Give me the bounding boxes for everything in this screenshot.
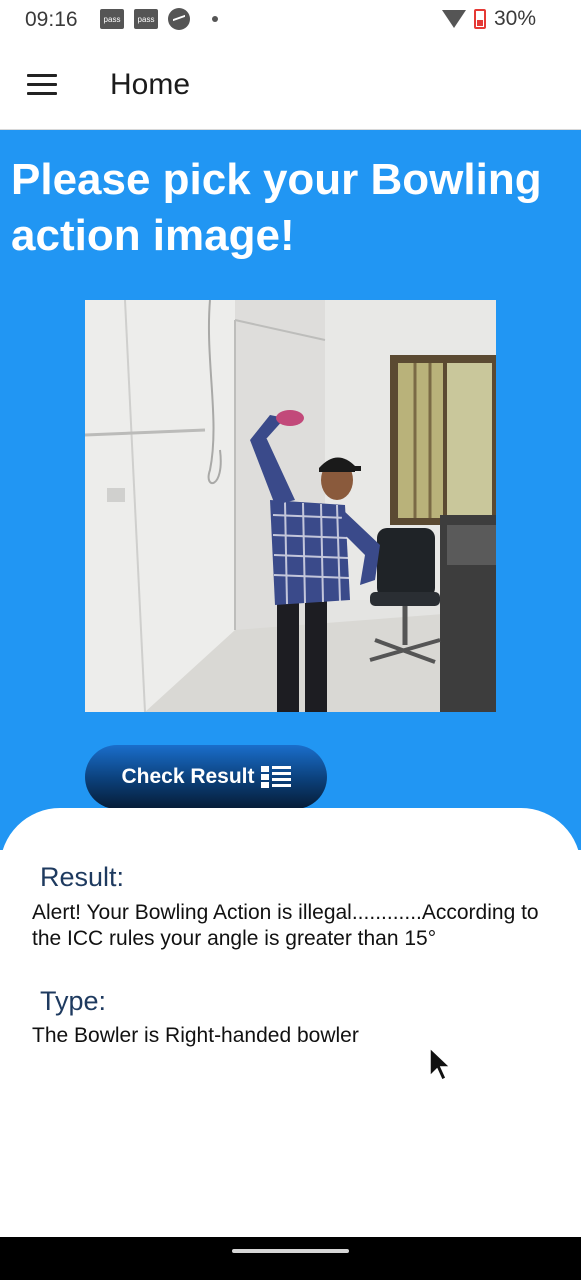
list-icon	[260, 766, 291, 788]
status-bar: 09:16 pass pass 30%	[0, 0, 581, 42]
battery-percentage: 30%	[493, 7, 536, 30]
type-label: Type:	[40, 986, 107, 1016]
app-bar: Home	[0, 42, 581, 130]
system-icons: 30%	[441, 7, 536, 31]
status-time: 09:16	[25, 8, 78, 31]
page-title: Home	[110, 68, 191, 101]
headline: Please pick your Bowling action image!	[11, 155, 542, 260]
check-result-label: Check Result	[121, 765, 255, 788]
dot-icon	[212, 16, 218, 22]
home-indicator[interactable]	[232, 1249, 349, 1253]
pass-icon: pass	[100, 9, 124, 29]
check-result-button[interactable]: Check Result	[85, 745, 327, 809]
wifi-icon	[441, 10, 466, 28]
notification-icons: pass pass	[100, 8, 218, 30]
mouse-cursor-icon	[429, 1046, 450, 1082]
type-text: The Bowler is Right-handed bowler	[32, 1024, 359, 1047]
image-picker-section: Please pick your Bowling action image! C…	[0, 130, 581, 850]
pass-icon: pass	[134, 9, 158, 29]
result-text: Alert! Your Bowling Action is illegal...…	[32, 901, 539, 950]
result-label: Result:	[40, 862, 125, 892]
hamburger-menu-icon[interactable]	[27, 74, 57, 96]
messenger-icon	[168, 8, 190, 30]
navigation-bar	[0, 1237, 581, 1280]
result-card: Result: Alert! Your Bowling Action is il…	[0, 808, 581, 1238]
bowling-action-image[interactable]	[85, 300, 496, 712]
battery-icon	[473, 9, 486, 29]
photo-illustration	[85, 300, 496, 712]
